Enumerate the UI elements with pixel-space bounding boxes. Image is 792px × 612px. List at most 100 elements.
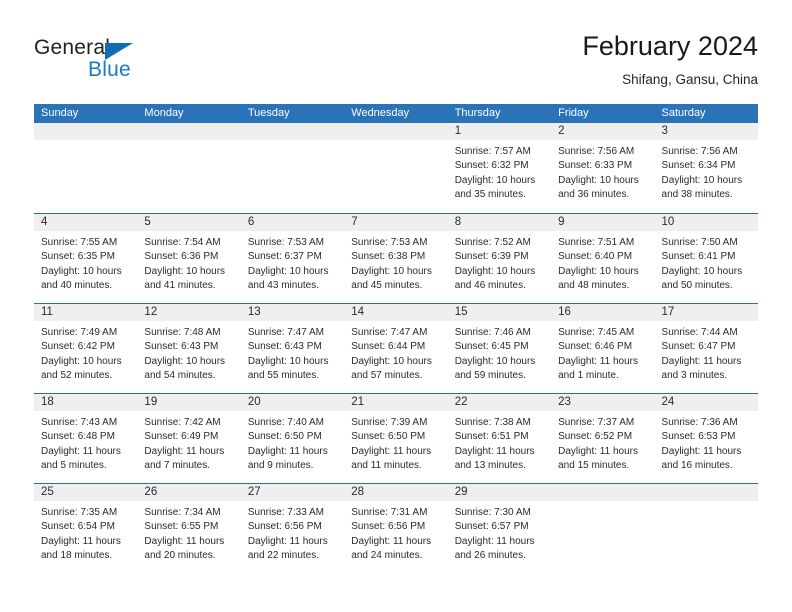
calendar-week-row: 4 Sunrise: 7:55 AM Sunset: 6:35 PM Daylight… <box>34 213 758 303</box>
day-number: 16 <box>558 306 571 318</box>
day-daylight-line1-text: Daylight: 10 hours <box>144 355 226 367</box>
day-daylight-line1-text: Daylight: 11 hours <box>247 535 328 547</box>
day-number-band: 9 <box>551 214 655 232</box>
day-cell-18[interactable]: 18 Sunrise: 7:43 AM Sunset: 6:48 PM Dayligh… <box>34 394 138 483</box>
day-cell-28[interactable]: 28 Sunrise: 7:31 AM Sunset: 6:56 PM Dayligh… <box>344 484 448 573</box>
day-cell-25[interactable]: 25 Sunrise: 7:35 AM Sunset: 6:54 PM Dayligh… <box>34 484 138 573</box>
day-sunrise-text: Sunrise: 7:46 AM <box>454 327 531 338</box>
weekday-header-saturday: Saturday <box>661 107 706 119</box>
page-subtitle-location: Shifang, Gansu, China <box>622 72 758 87</box>
day-number-band: 3 <box>654 123 758 141</box>
day-details: Sunrise: 7:37 AM Sunset: 6:52 PM Daylight:… <box>551 412 654 473</box>
day-cell-17[interactable]: 17 Sunrise: 7:44 AM Sunset: 6:47 PM Dayligh… <box>654 304 758 393</box>
calendar-grid: Sunday Monday Tuesday Wednesday Thursday Frid… <box>34 104 758 573</box>
day-daylight-line2-text: and 46 minutes. <box>454 279 526 291</box>
day-number: 27 <box>247 486 261 498</box>
weekday-header-monday: Monday <box>144 107 184 119</box>
day-cell-21[interactable]: 21 Sunrise: 7:39 AM Sunset: 6:50 PM Dayligh… <box>344 394 448 483</box>
day-sunset-text: Sunset: 6:56 PM <box>247 521 322 533</box>
day-daylight-line2-text: and 54 minutes. <box>144 369 216 381</box>
day-sunrise-text: Sunrise: 7:34 AM <box>144 507 221 518</box>
weekday-header-sunday: Sunday <box>41 107 79 119</box>
day-details: Sunrise: 7:52 AM Sunset: 6:39 PM Daylight:… <box>448 232 551 293</box>
day-daylight-line1-text: Daylight: 10 hours <box>247 355 329 367</box>
day-sunset-text: Sunset: 6:41 PM <box>661 251 736 263</box>
day-number-band: 10 <box>654 214 758 232</box>
day-number-band: 7 <box>344 214 448 232</box>
day-details: Sunrise: 7:53 AM Sunset: 6:37 PM Daylight:… <box>241 232 344 293</box>
day-cell-23[interactable]: 23 Sunrise: 7:37 AM Sunset: 6:52 PM Dayligh… <box>551 394 655 483</box>
day-details: Sunrise: 7:47 AM Sunset: 6:43 PM Daylight:… <box>241 322 344 383</box>
page-header: General Blue February 2024 Shifang, Gans… <box>0 0 792 100</box>
day-sunrise-text: Sunrise: 7:57 AM <box>454 146 531 157</box>
day-cell-empty <box>654 484 758 573</box>
day-daylight-line2-text: and 55 minutes. <box>247 369 320 381</box>
day-number: 4 <box>41 216 48 228</box>
day-daylight-line2-text: and 43 minutes. <box>247 279 320 291</box>
day-daylight-line1-text: Daylight: 10 hours <box>247 265 329 277</box>
day-cell-22[interactable]: 22 Sunrise: 7:38 AM Sunset: 6:51 PM Dayligh… <box>447 394 552 483</box>
day-cell-6[interactable]: 6 Sunrise: 7:53 AM Sunset: 6:37 PM Daylight… <box>240 214 345 303</box>
day-details: Sunrise: 7:51 AM Sunset: 6:40 PM Daylight:… <box>551 232 654 293</box>
day-cell-14[interactable]: 14 Sunrise: 7:47 AM Sunset: 6:44 PM Dayligh… <box>344 304 448 393</box>
day-cell-8[interactable]: 8 Sunrise: 7:52 AM Sunset: 6:39 PM Daylight… <box>447 214 552 303</box>
day-details: Sunrise: 7:46 AM Sunset: 6:45 PM Daylight:… <box>448 322 551 383</box>
day-cell-20[interactable]: 20 Sunrise: 7:40 AM Sunset: 6:50 PM Dayligh… <box>240 394 345 483</box>
day-cell-11[interactable]: 11 Sunrise: 7:49 AM Sunset: 6:42 PM Dayligh… <box>34 304 138 393</box>
day-details: Sunrise: 7:43 AM Sunset: 6:48 PM Daylight:… <box>34 412 137 473</box>
day-details: Sunrise: 7:35 AM Sunset: 6:54 PM Daylight:… <box>34 502 137 563</box>
day-number-band <box>137 123 241 141</box>
day-daylight-line2-text: and 52 minutes. <box>41 369 113 381</box>
day-cell-12[interactable]: 12 Sunrise: 7:48 AM Sunset: 6:43 PM Dayligh… <box>137 304 241 393</box>
day-cell-1[interactable]: 1 Sunrise: 7:57 AM Sunset: 6:32 PM Daylight… <box>447 123 552 213</box>
day-number-band: 5 <box>137 214 241 232</box>
day-sunrise-text: Sunrise: 7:55 AM <box>41 237 118 248</box>
day-sunset-text: Sunset: 6:42 PM <box>41 341 115 353</box>
day-number: 8 <box>454 216 462 228</box>
day-cell-3[interactable]: 3 Sunrise: 7:56 AM Sunset: 6:34 PM Daylight… <box>654 123 758 213</box>
day-details: Sunrise: 7:45 AM Sunset: 6:46 PM Daylight:… <box>551 322 654 383</box>
day-sunset-text: Sunset: 6:35 PM <box>41 251 115 263</box>
day-sunset-text: Sunset: 6:50 PM <box>351 431 426 443</box>
day-sunrise-text: Sunrise: 7:38 AM <box>454 417 531 428</box>
calendar-page: General Blue February 2024 Shifang, Gans… <box>0 0 792 612</box>
day-details: Sunrise: 7:33 AM Sunset: 6:56 PM Daylight:… <box>241 502 344 563</box>
calendar-week-row: 25 Sunrise: 7:35 AM Sunset: 6:54 PM Dayligh… <box>34 483 758 573</box>
day-sunset-text: Sunset: 6:53 PM <box>661 431 736 443</box>
day-daylight-line1-text: Daylight: 10 hours <box>661 265 743 277</box>
weekday-header-friday: Friday <box>558 107 589 119</box>
day-cell-24[interactable]: 24 Sunrise: 7:36 AM Sunset: 6:53 PM Dayligh… <box>654 394 758 483</box>
day-sunset-text: Sunset: 6:46 PM <box>558 341 633 353</box>
day-cell-9[interactable]: 9 Sunrise: 7:51 AM Sunset: 6:40 PM Daylight… <box>551 214 655 303</box>
day-daylight-line2-text: and 57 minutes. <box>351 369 423 381</box>
day-sunset-text: Sunset: 6:40 PM <box>558 251 633 263</box>
day-details: Sunrise: 7:30 AM Sunset: 6:57 PM Daylight:… <box>448 502 551 563</box>
day-cell-10[interactable]: 10 Sunrise: 7:50 AM Sunset: 6:41 PM Dayligh… <box>654 214 758 303</box>
calendar-week-row: 1 Sunrise: 7:57 AM Sunset: 6:32 PM Daylight… <box>34 123 758 213</box>
day-cell-29[interactable]: 29 Sunrise: 7:30 AM Sunset: 6:57 PM Dayligh… <box>447 484 552 573</box>
day-cell-13[interactable]: 13 Sunrise: 7:47 AM Sunset: 6:43 PM Dayligh… <box>240 304 345 393</box>
day-daylight-line2-text: and 20 minutes. <box>144 549 216 561</box>
day-cell-2[interactable]: 2 Sunrise: 7:56 AM Sunset: 6:33 PM Daylight… <box>551 123 655 213</box>
day-details: Sunrise: 7:42 AM Sunset: 6:49 PM Daylight:… <box>137 412 240 473</box>
day-cell-16[interactable]: 16 Sunrise: 7:45 AM Sunset: 6:46 PM Dayligh… <box>551 304 655 393</box>
day-cell-5[interactable]: 5 Sunrise: 7:54 AM Sunset: 6:36 PM Daylight… <box>137 214 241 303</box>
day-cell-4[interactable]: 4 Sunrise: 7:55 AM Sunset: 6:35 PM Daylight… <box>34 214 138 303</box>
day-number: 19 <box>144 396 158 408</box>
day-cell-7[interactable]: 7 Sunrise: 7:53 AM Sunset: 6:38 PM Daylight… <box>344 214 448 303</box>
day-sunrise-text: Sunrise: 7:53 AM <box>351 237 428 248</box>
day-cell-26[interactable]: 26 Sunrise: 7:34 AM Sunset: 6:55 PM Dayligh… <box>137 484 241 573</box>
day-cell-15[interactable]: 15 Sunrise: 7:46 AM Sunset: 6:45 PM Dayligh… <box>447 304 552 393</box>
day-daylight-line2-text: and 13 minutes. <box>454 459 526 471</box>
day-sunset-text: Sunset: 6:43 PM <box>144 341 219 353</box>
day-cell-27[interactable]: 27 Sunrise: 7:33 AM Sunset: 6:56 PM Dayligh… <box>240 484 345 573</box>
day-sunset-text: Sunset: 6:37 PM <box>247 251 322 263</box>
day-daylight-line1-text: Daylight: 11 hours <box>247 445 328 457</box>
day-sunset-text: Sunset: 6:32 PM <box>454 160 529 172</box>
day-number-band: 23 <box>551 394 655 412</box>
day-sunset-text: Sunset: 6:47 PM <box>661 341 736 353</box>
day-daylight-line1-text: Daylight: 10 hours <box>558 265 639 277</box>
day-cell-19[interactable]: 19 Sunrise: 7:42 AM Sunset: 6:49 PM Dayligh… <box>137 394 241 483</box>
calendar-week-row: 11 Sunrise: 7:49 AM Sunset: 6:42 PM Dayligh… <box>34 303 758 393</box>
day-sunrise-text: Sunrise: 7:56 AM <box>661 146 738 157</box>
